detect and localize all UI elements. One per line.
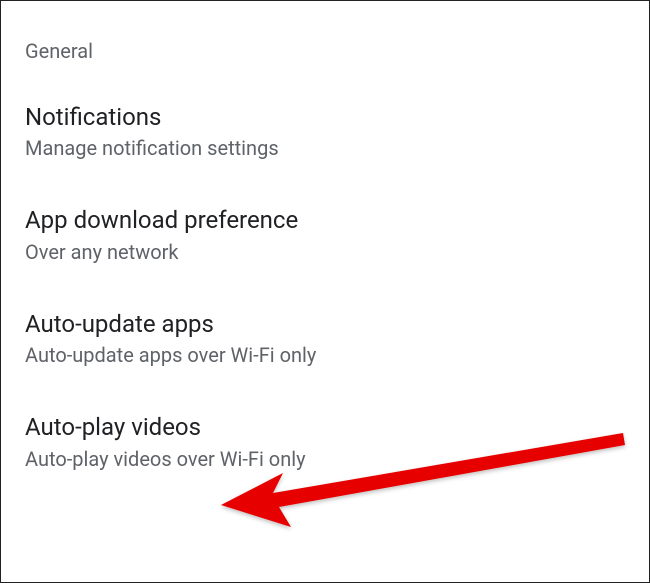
setting-auto-play-videos[interactable]: Auto-play videos Auto-play videos over W… [25, 411, 625, 472]
setting-auto-update-apps[interactable]: Auto-update apps Auto-update apps over W… [25, 308, 625, 369]
setting-subtitle: Over any network [25, 239, 625, 266]
setting-app-download-preference[interactable]: App download preference Over any network [25, 204, 625, 265]
settings-container: General Notifications Manage notificatio… [1, 1, 649, 473]
setting-notifications[interactable]: Notifications Manage notification settin… [25, 101, 625, 162]
setting-title: Auto-play videos [25, 411, 625, 443]
setting-title: App download preference [25, 204, 625, 236]
setting-title: Notifications [25, 101, 625, 133]
section-header-general: General [25, 39, 625, 63]
setting-subtitle: Manage notification settings [25, 135, 625, 162]
setting-title: Auto-update apps [25, 308, 625, 340]
setting-subtitle: Auto-update apps over Wi-Fi only [25, 342, 625, 369]
setting-subtitle: Auto-play videos over Wi-Fi only [25, 446, 625, 473]
